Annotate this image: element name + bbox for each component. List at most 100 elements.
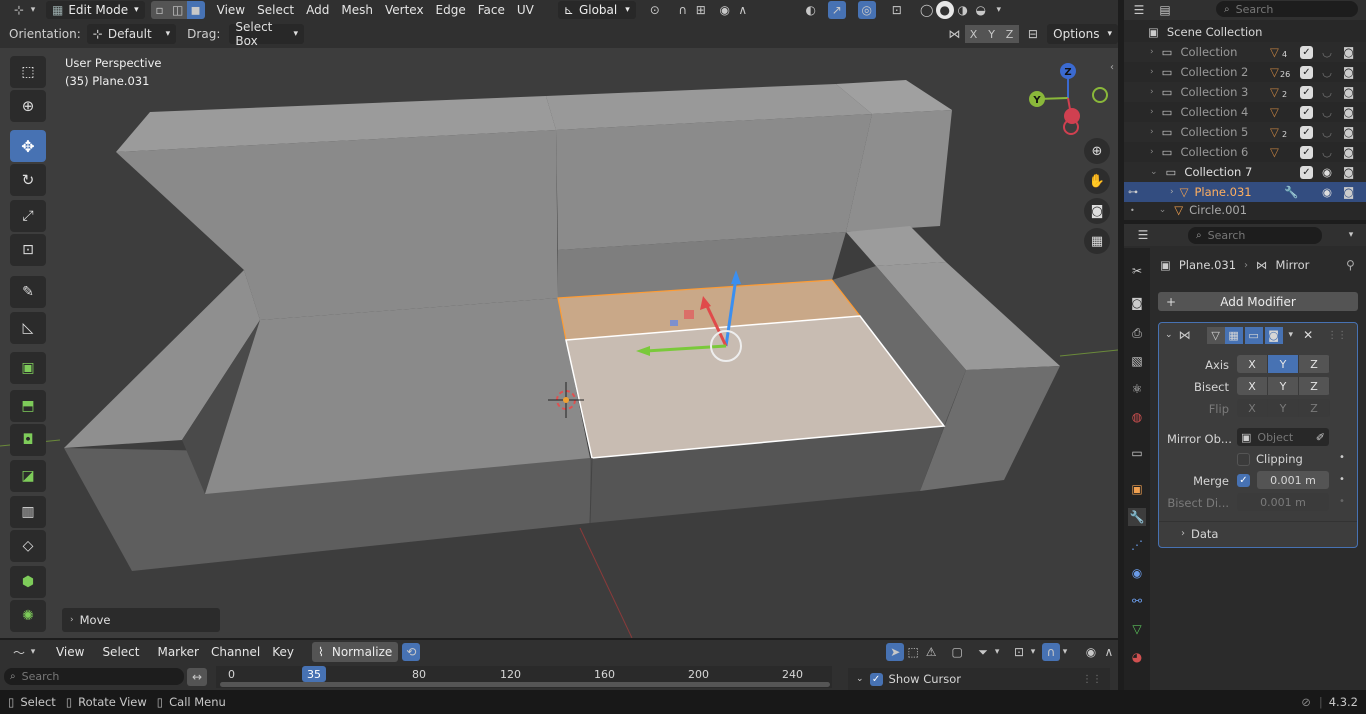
chevron-down-icon[interactable]: ▾: [1342, 226, 1360, 244]
bisect-y-toggle[interactable]: Y: [1268, 377, 1299, 395]
menu-edge[interactable]: Edge: [430, 3, 472, 17]
show-cursor-checkbox[interactable]: ✓: [869, 672, 883, 686]
keyframe-dot-icon[interactable]: •: [1339, 452, 1345, 463]
outliner-row[interactable]: ⌄ ▭ Collection 7 ✓ ◉ ◙: [1124, 162, 1366, 182]
shading-solid-icon[interactable]: ●: [935, 1, 954, 19]
transform-tool[interactable]: ⊡: [10, 234, 46, 266]
select-box-tool[interactable]: ⬚: [10, 56, 46, 88]
editor-type-icon[interactable]: 〜: [10, 643, 28, 661]
zoom-icon[interactable]: ⊕: [1084, 138, 1110, 164]
flip-x-toggle[interactable]: X: [1237, 399, 1268, 417]
view-layer-tab-icon[interactable]: ▧: [1128, 352, 1146, 370]
merge-value-field[interactable]: 0.001 m: [1257, 471, 1329, 489]
chevron-down-icon[interactable]: ▾: [1028, 643, 1038, 661]
pivot-icon[interactable]: ⊙: [646, 1, 664, 19]
frame-ruler[interactable]: 0 80 120 160 200 240 35: [216, 666, 832, 688]
box-select-icon[interactable]: ⬚: [904, 643, 922, 661]
loop-cut-tool[interactable]: ▥: [10, 496, 46, 528]
chevron-down-icon[interactable]: ▾: [1289, 330, 1294, 340]
timeline-scrollbar[interactable]: [220, 682, 830, 687]
menu-face[interactable]: Face: [472, 3, 511, 17]
keyframe-dot-icon[interactable]: •: [1339, 474, 1345, 485]
modifier-tab-icon[interactable]: 🔧: [1128, 508, 1146, 526]
output-tab-icon[interactable]: ⎙: [1128, 324, 1146, 342]
render-camera-icon[interactable]: ◙: [1343, 65, 1354, 79]
orientation-setting-dropdown[interactable]: ⊹ Default ▾: [86, 24, 177, 44]
ortho-grid-icon[interactable]: ▦: [1084, 228, 1110, 254]
outliner-row-selected[interactable]: ⊶ › ▽ Plane.031 🔧 ◉ ◙: [1124, 182, 1366, 202]
menu-add[interactable]: Add: [300, 3, 335, 17]
display-mode-icon[interactable]: ▤: [1156, 1, 1174, 19]
menu-view[interactable]: View: [211, 3, 251, 17]
knife-tool[interactable]: ◇: [10, 530, 46, 562]
axis-z-toggle[interactable]: Z: [1299, 355, 1330, 373]
particles-tab-icon[interactable]: ⋰: [1128, 536, 1146, 554]
material-tab-icon[interactable]: ◕: [1128, 648, 1146, 666]
menu-select[interactable]: Select: [251, 3, 300, 17]
gizmo-neg-y-ball[interactable]: [1092, 87, 1108, 103]
scene-collection-row[interactable]: ▣ Scene Collection: [1124, 22, 1366, 42]
falloff-icon[interactable]: ∧: [1100, 643, 1118, 661]
tool-tab-icon[interactable]: ✂: [1128, 262, 1146, 280]
timeline-menu-channel[interactable]: Channel: [205, 645, 266, 659]
bisect-z-toggle[interactable]: Z: [1299, 377, 1330, 395]
auto-merge-icon[interactable]: ⊟: [1025, 25, 1042, 43]
render-camera-icon[interactable]: ◙: [1343, 105, 1354, 119]
network-off-icon[interactable]: ⊘: [1301, 695, 1311, 709]
constraints-tab-icon[interactable]: ⚯: [1128, 592, 1146, 610]
channel-search[interactable]: ⌕ Search: [4, 668, 184, 685]
snapping-magnet-icon[interactable]: ∩: [1042, 643, 1060, 661]
flip-y-toggle[interactable]: Y: [1268, 399, 1299, 417]
falloff-icon[interactable]: ∧: [734, 1, 752, 19]
chevron-down-icon[interactable]: ▾: [28, 643, 38, 661]
overlays-icon[interactable]: ◎: [857, 1, 876, 19]
add-cube-tool[interactable]: ▣: [10, 352, 46, 384]
snap-icon[interactable]: ⊡: [1010, 643, 1028, 661]
warning-icon[interactable]: ⚠: [922, 643, 940, 661]
axis-y-toggle[interactable]: Y: [1268, 355, 1299, 373]
hide-icon[interactable]: ◡: [1322, 105, 1332, 119]
chevron-down-icon[interactable]: ▾: [990, 1, 1008, 19]
mirror-object-field[interactable]: ▣ Object ✐: [1237, 428, 1329, 446]
bevel-tool[interactable]: ◪: [10, 460, 46, 492]
eye-icon[interactable]: ◉: [1322, 165, 1332, 179]
close-icon[interactable]: ✕: [1303, 328, 1313, 342]
eyedropper-icon[interactable]: ✐: [1316, 431, 1325, 444]
shading-wire-icon[interactable]: ◯: [918, 1, 936, 19]
overlay-icon[interactable]: ▢: [948, 643, 966, 661]
collection-tab-icon[interactable]: ▭: [1128, 444, 1146, 462]
axis-x-toggle[interactable]: X: [1237, 355, 1268, 373]
outliner-row[interactable]: › ▭ Collection 6 ▽ ✓ ◡ ◙: [1124, 142, 1366, 162]
bisect-distance-field[interactable]: 0.001 m: [1237, 493, 1329, 511]
outliner-row[interactable]: • ⌄ ▽ Circle.001: [1124, 202, 1366, 218]
snap-target-icon[interactable]: ⊞: [692, 1, 710, 19]
menu-uv[interactable]: UV: [511, 3, 540, 17]
pin-icon[interactable]: ⚲: [1346, 258, 1355, 272]
face-select-icon[interactable]: ◼: [186, 1, 205, 19]
inset-tool[interactable]: ◘: [10, 424, 46, 456]
proportional-icon[interactable]: ◉: [1082, 643, 1100, 661]
timeline-menu-select[interactable]: Select: [96, 645, 145, 659]
bisect-x-toggle[interactable]: X: [1237, 377, 1268, 395]
extrude-tool[interactable]: ⬒: [10, 390, 46, 422]
object-tab-icon[interactable]: ▣: [1128, 480, 1146, 498]
outliner-row[interactable]: › ▭ Collection 4 ▽ ✓ ◡ ◙: [1124, 102, 1366, 122]
spin-tool[interactable]: ✺: [10, 600, 46, 632]
drag-handle-icon[interactable]: ⋮⋮: [1082, 674, 1102, 685]
options-dropdown[interactable]: Options ▾: [1047, 24, 1118, 44]
render-icon[interactable]: ◙: [1264, 326, 1283, 344]
transform-orientation-dropdown[interactable]: ⊾ Global ▾: [557, 1, 636, 19]
clipping-checkbox[interactable]: [1237, 452, 1250, 466]
timeline-menu-marker[interactable]: Marker: [151, 645, 204, 659]
render-camera-icon[interactable]: ◙: [1343, 45, 1354, 59]
chevron-down-icon[interactable]: ⌄: [856, 674, 864, 684]
chevron-down-icon[interactable]: ▾: [992, 643, 1002, 661]
swap-arrows-icon[interactable]: ↔: [187, 668, 207, 686]
annotate-tool[interactable]: ✎: [10, 276, 46, 308]
shading-rendered-icon[interactable]: ◒: [972, 1, 990, 19]
exclude-checkbox[interactable]: ✓: [1300, 65, 1313, 79]
cursor-tool[interactable]: ⊕: [10, 90, 46, 122]
timeline-menu-key[interactable]: Key: [266, 645, 300, 659]
chevron-down-icon[interactable]: ▾: [28, 1, 38, 19]
mode-dropdown[interactable]: ▦ Edit Mode ▾: [46, 1, 145, 19]
